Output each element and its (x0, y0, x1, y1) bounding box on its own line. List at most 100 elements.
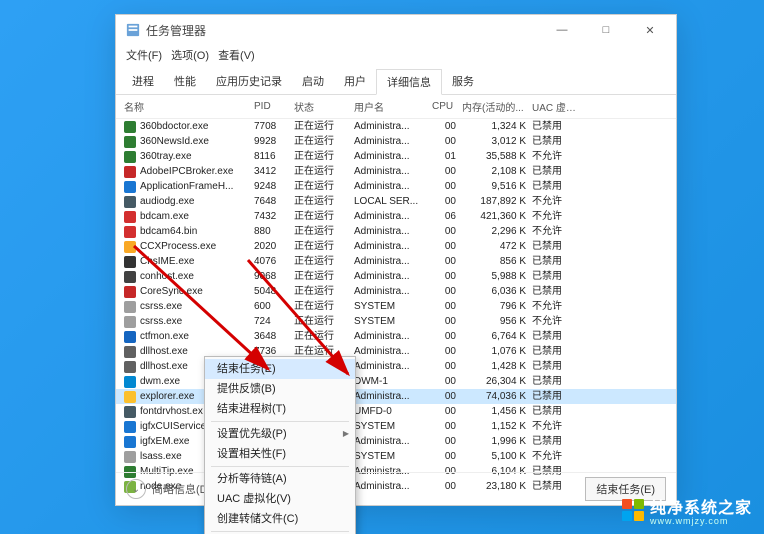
process-icon (124, 436, 136, 448)
process-cpu: 00 (432, 164, 462, 179)
process-pid: 5048 (254, 284, 294, 299)
menu-item[interactable]: 结束任务(E) (205, 359, 355, 379)
col-header[interactable]: UAC 虚拟化 (532, 99, 582, 114)
tab-5[interactable]: 详细信息 (376, 69, 442, 95)
menu-item[interactable]: 分析等待链(A) (205, 469, 355, 489)
process-user: SYSTEM (354, 299, 432, 314)
process-status: 正在运行 (294, 179, 354, 194)
table-row[interactable]: dllhost.exe7736正在运行Administra...001,076 … (116, 344, 676, 359)
tab-0[interactable]: 进程 (122, 69, 164, 94)
process-name: bdcam64.bin (140, 224, 197, 239)
process-pid: 8116 (254, 149, 294, 164)
process-name: igfxEM.exe (140, 434, 189, 449)
process-cpu: 00 (432, 119, 462, 134)
table-row[interactable]: audiodg.exe7648正在运行LOCAL SER...00187,892… (116, 194, 676, 209)
process-cpu: 00 (432, 179, 462, 194)
menu-item[interactable]: 设置优先级(P) (205, 424, 355, 444)
menu-item[interactable]: 设置相关性(F) (205, 444, 355, 464)
col-header[interactable]: 内存(活动的... (462, 99, 532, 114)
table-row[interactable]: ctfmon.exe3648正在运行Administra...006,764 K… (116, 329, 676, 344)
table-row[interactable]: dllhost.exe9872正在运行Administra...001,428 … (116, 359, 676, 374)
process-user: Administra... (354, 179, 432, 194)
process-name: 360tray.exe (140, 149, 192, 164)
col-header[interactable]: PID (254, 101, 294, 112)
process-status: 正在运行 (294, 239, 354, 254)
process-mem: 421,360 K (462, 209, 532, 224)
close-button[interactable]: ✕ (628, 15, 672, 45)
table-row[interactable]: igfxEM.exeAdministra...001,996 K已禁用 (116, 434, 676, 449)
process-mem: 1,076 K (462, 344, 532, 359)
process-uac: 已禁用 (532, 179, 582, 194)
table-row[interactable]: csrss.exe724正在运行SYSTEM00956 K不允许 (116, 314, 676, 329)
process-cpu: 00 (432, 374, 462, 389)
table-header[interactable]: 名称PID状态用户名CPU内存(活动的...UAC 虚拟化 (116, 95, 676, 119)
maximize-button[interactable]: □ (584, 15, 628, 45)
context-menu[interactable]: 结束任务(E)提供反馈(B)结束进程树(T) 设置优先级(P)设置相关性(F) 分析… (204, 356, 356, 534)
process-mem: 1,456 K (462, 404, 532, 419)
col-header[interactable]: 用户名 (354, 99, 432, 114)
tab-1[interactable]: 性能 (164, 69, 206, 94)
process-mem: 5,100 K (462, 449, 532, 464)
process-name: dllhost.exe (140, 344, 188, 359)
process-user: Administra... (354, 224, 432, 239)
table-row[interactable]: csrss.exe600正在运行SYSTEM00796 K不允许 (116, 299, 676, 314)
watermark-title: 纯净系统之家 (650, 500, 752, 517)
process-uac: 已禁用 (532, 404, 582, 419)
table-row[interactable]: 360NewsId.exe9928正在运行Administra...003,01… (116, 134, 676, 149)
process-cpu: 00 (432, 329, 462, 344)
process-user: SYSTEM (354, 449, 432, 464)
process-icon (124, 166, 136, 178)
tab-3[interactable]: 启动 (292, 69, 334, 94)
menu-item[interactable]: 结束进程树(T) (205, 399, 355, 419)
tab-6[interactable]: 服务 (442, 69, 484, 94)
process-icon (124, 211, 136, 223)
table-row[interactable]: igfxCUIServiceSYSTEM001,152 K不允许 (116, 419, 676, 434)
table-row[interactable]: conhost.exe9068正在运行Administra...005,988 … (116, 269, 676, 284)
table-row[interactable]: bdcam64.bin880正在运行Administra...002,296 K… (116, 224, 676, 239)
process-name: lsass.exe (140, 449, 182, 464)
process-name: 360NewsId.exe (140, 134, 209, 149)
table-row[interactable]: explorer.exe4256正在运行Administra...0074,03… (116, 389, 676, 404)
menu-options[interactable]: 选项(O) (171, 50, 209, 62)
table-row[interactable]: AdobeIPCBroker.exe3412正在运行Administra...0… (116, 164, 676, 179)
menu-file[interactable]: 文件(F) (126, 50, 162, 62)
tab-2[interactable]: 应用历史记录 (206, 69, 292, 94)
table-row[interactable]: CoreSync.exe5048正在运行Administra...006,036… (116, 284, 676, 299)
process-status: 正在运行 (294, 149, 354, 164)
col-header[interactable]: CPU (432, 101, 462, 112)
tab-4[interactable]: 用户 (334, 69, 376, 94)
process-name: ctfmon.exe (140, 329, 189, 344)
table-row[interactable]: dwm.exe1076正在运行DWM-10026,304 K已禁用 (116, 374, 676, 389)
table-row[interactable]: ChsIME.exe4076正在运行Administra...00856 K已禁… (116, 254, 676, 269)
col-header[interactable]: 名称 (124, 99, 254, 114)
table-row[interactable]: 360tray.exe8116正在运行Administra...0135,588… (116, 149, 676, 164)
table-row[interactable]: fontdrvhost.exUMFD-0001,456 K已禁用 (116, 404, 676, 419)
process-user: Administra... (354, 269, 432, 284)
process-cpu: 00 (432, 194, 462, 209)
process-uac: 已禁用 (532, 284, 582, 299)
expand-toggle-icon[interactable]: ⌄ (126, 479, 146, 499)
menu-item[interactable]: 提供反馈(B) (205, 379, 355, 399)
process-pid: 880 (254, 224, 294, 239)
menu-view[interactable]: 查看(V) (218, 50, 255, 62)
col-header[interactable]: 状态 (294, 99, 354, 114)
process-user: SYSTEM (354, 314, 432, 329)
table-row[interactable]: bdcam.exe7432正在运行Administra...06421,360 … (116, 209, 676, 224)
process-user: LOCAL SER... (354, 194, 432, 209)
process-pid: 724 (254, 314, 294, 329)
minimize-button[interactable]: — (540, 15, 584, 45)
process-cpu: 00 (432, 134, 462, 149)
process-uac: 已禁用 (532, 239, 582, 254)
titlebar[interactable]: 任务管理器 — □ ✕ (116, 15, 676, 45)
more-label[interactable]: 简略信息(D) (152, 481, 211, 497)
table-row[interactable]: CCXProcess.exe2020正在运行Administra...00472… (116, 239, 676, 254)
process-uac: 已禁用 (532, 374, 582, 389)
process-uac: 已禁用 (532, 254, 582, 269)
menu-item[interactable]: UAC 虚拟化(V) (205, 489, 355, 509)
menu-separator (211, 421, 349, 422)
table-row[interactable]: ApplicationFrameH...9248正在运行Administra..… (116, 179, 676, 194)
process-uac: 不允许 (532, 419, 582, 434)
table-row[interactable]: 360bdoctor.exe7708正在运行Administra...001,3… (116, 119, 676, 134)
table-row[interactable]: lsass.exeSYSTEM005,100 K不允许 (116, 449, 676, 464)
menu-item[interactable]: 创建转储文件(C) (205, 509, 355, 529)
